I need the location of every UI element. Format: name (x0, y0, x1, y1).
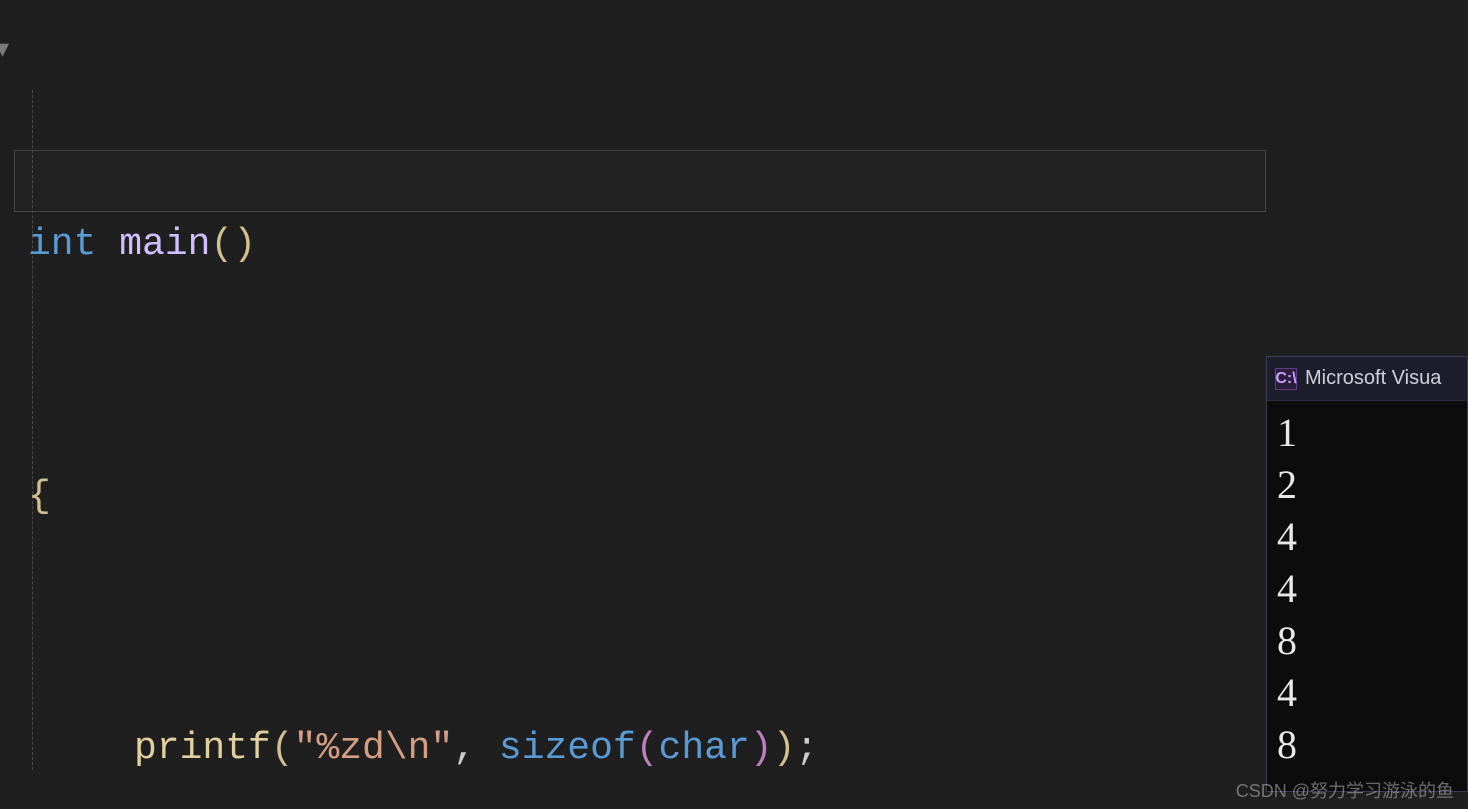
code-line[interactable]: int main() (28, 213, 932, 276)
console-window[interactable]: C:\ Microsoft Visua 1 2 4 4 8 4 8 (1266, 356, 1468, 792)
console-line: 8 (1277, 719, 1459, 771)
keyword-sizeof: sizeof (499, 727, 636, 770)
fn-main: main (119, 223, 210, 266)
code-editor[interactable]: ▾ int main() { printf("%zd\n", sizeof(ch… (0, 0, 1468, 809)
code-line[interactable]: printf("%zd\n", sizeof(char)); (28, 717, 932, 780)
editor-gutter: ▾ (0, 0, 30, 809)
console-titlebar[interactable]: C:\ Microsoft Visua (1267, 357, 1467, 401)
code-line[interactable]: { (28, 465, 932, 528)
fold-chevron-icon[interactable]: ▾ (0, 34, 9, 65)
type-name: char (659, 727, 750, 770)
console-line: 4 (1277, 563, 1459, 615)
console-line: 1 (1277, 407, 1459, 459)
console-title-text: Microsoft Visua (1305, 367, 1441, 390)
keyword-int: int (28, 223, 96, 266)
console-line: 4 (1277, 667, 1459, 719)
open-brace: { (28, 475, 51, 518)
fn-printf: printf (134, 727, 271, 770)
console-line: 8 (1277, 615, 1459, 667)
console-line: 2 (1277, 459, 1459, 511)
string-literal: "%zd\n" (294, 727, 454, 770)
vs-icon: C:\ (1275, 368, 1297, 390)
console-body[interactable]: 1 2 4 4 8 4 8 (1267, 401, 1467, 771)
code-block[interactable]: int main() { printf("%zd\n", sizeof(char… (28, 24, 932, 809)
console-line: 4 (1277, 511, 1459, 563)
